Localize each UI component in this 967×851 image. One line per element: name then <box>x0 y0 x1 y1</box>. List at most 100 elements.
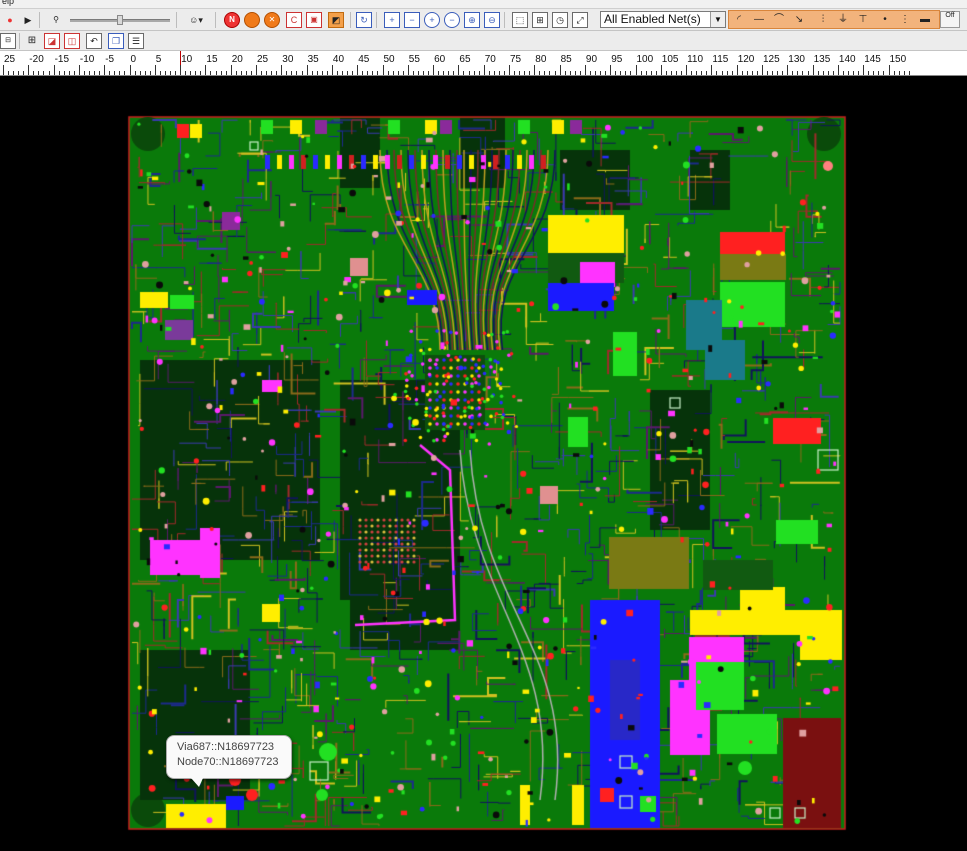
ruler-minor-tick <box>883 71 885 75</box>
ruler-minor-tick <box>412 71 414 75</box>
record-icon[interactable]: ● <box>2 12 18 28</box>
ruler-minor-tick <box>868 71 870 75</box>
menu-bar[interactable]: elp <box>0 0 967 9</box>
dot-icon[interactable]: • <box>877 12 893 28</box>
ruler-minor-tick <box>367 71 369 75</box>
ruler-minor-tick <box>767 71 769 75</box>
pin-icon[interactable]: ⊤ <box>855 12 871 28</box>
ruler-label: 105 <box>661 54 679 65</box>
ruler-minor-tick <box>908 71 910 75</box>
ruler-minor-tick <box>190 71 192 75</box>
ruler-minor-tick <box>43 71 45 75</box>
via-icon[interactable]: ⫶ <box>815 12 831 28</box>
ruler-minor-tick <box>23 71 25 75</box>
zoom-fit-icon[interactable]: ⚲ <box>46 12 66 28</box>
grid-icon[interactable]: ⊞ <box>24 33 40 49</box>
route-line-icon[interactable]: — <box>751 12 767 28</box>
view-options-dropdown[interactable]: ☺▾ <box>183 12 209 28</box>
ruler-minor-tick <box>589 71 591 75</box>
ruler-minor-tick <box>463 71 465 75</box>
ruler-minor-tick <box>716 71 718 75</box>
route-bend-icon[interactable]: ⌒ <box>771 12 787 28</box>
ruler-minor-tick <box>478 71 480 75</box>
ruler-minor-tick <box>301 71 303 75</box>
route-diagonal-icon[interactable]: ↘ <box>791 12 807 28</box>
zoom-out-icon[interactable]: − <box>444 12 460 28</box>
ruler-minor-tick <box>473 71 475 75</box>
zoom-prev-icon[interactable]: ⊖ <box>484 12 500 28</box>
off-button[interactable]: Off <box>940 11 960 28</box>
pan-icon[interactable]: ⤢ <box>572 12 588 28</box>
copy-icon[interactable]: ❐ <box>108 33 124 49</box>
ruler-minor-tick <box>109 71 111 75</box>
mode-icon[interactable]: ⊟ <box>0 33 16 49</box>
zoom-area-icon[interactable]: ⊕ <box>464 12 480 28</box>
ruler-minor-tick <box>640 71 642 75</box>
ruler-minor-tick <box>114 71 116 75</box>
ruler-minor-tick <box>782 71 784 75</box>
ruler-major-tick <box>787 65 789 75</box>
pcb-layout-canvas[interactable] <box>0 76 967 851</box>
menu-help[interactable]: elp <box>2 0 14 6</box>
ruler-minor-tick <box>514 71 516 75</box>
ruler-minor-tick <box>903 71 905 75</box>
fit-board-icon[interactable]: ⬚ <box>512 12 528 28</box>
route-arc-icon[interactable]: ◜ <box>731 12 747 28</box>
clock-icon[interactable]: ◷ <box>552 12 568 28</box>
ruler-major-tick <box>686 65 688 75</box>
mirror-icon[interactable]: ◪ <box>44 33 60 49</box>
ruler-major-tick <box>635 65 637 75</box>
layer-toggle-icon[interactable] <box>244 12 260 28</box>
net-filter-select[interactable]: All Enabled Net(s) ▼ <box>600 11 726 28</box>
flip-icon[interactable]: ◫ <box>64 33 80 49</box>
ruler-minor-tick <box>898 71 900 75</box>
ruler-major-tick <box>331 65 333 75</box>
ruler-minor-tick <box>691 71 693 75</box>
ruler-label: 70 <box>484 54 496 65</box>
zoom-slider-thumb[interactable] <box>117 15 123 25</box>
ground-icon[interactable]: ⏚ <box>835 12 851 28</box>
ruler-label: 90 <box>585 54 598 65</box>
ruler-major-tick <box>205 65 207 75</box>
ruler-major-tick <box>584 65 586 75</box>
ruler-label: 110 <box>687 54 704 65</box>
properties-icon[interactable]: ☰ <box>128 33 144 49</box>
layer-c-icon[interactable]: C <box>286 12 302 28</box>
ruler-minor-tick <box>195 71 197 75</box>
ruler-minor-tick <box>362 71 364 75</box>
zoom-slider[interactable] <box>70 15 170 25</box>
chevron-down-icon[interactable]: ▼ <box>710 12 725 27</box>
ruler-minor-tick <box>726 71 728 75</box>
net-filter-value: All Enabled Net(s) <box>604 12 701 26</box>
zoom-selection-icon[interactable]: ⊞ <box>532 12 548 28</box>
ruler-minor-tick <box>291 71 293 75</box>
tooltip-via-line: Via687::N18697723 <box>177 741 275 753</box>
zoom-in-icon[interactable]: + <box>424 12 440 28</box>
rotate-icon[interactable]: ↶ <box>86 33 102 49</box>
ruler-minor-tick <box>807 71 809 75</box>
ruler-minor-tick <box>493 71 495 75</box>
zoom-out-box-icon[interactable]: − <box>404 12 420 28</box>
refresh-icon[interactable]: ↻ <box>356 12 372 28</box>
zoom-in-box-icon[interactable]: + <box>384 12 400 28</box>
block-icon[interactable]: ▬ <box>917 12 933 28</box>
ruler-minor-tick <box>675 71 677 75</box>
play-icon[interactable]: ▶ <box>20 12 36 28</box>
ruler-minor-tick <box>595 71 597 75</box>
layer-stack-icon[interactable]: ▣ <box>306 12 322 28</box>
bus-icon[interactable]: ⋮ <box>897 12 913 28</box>
ruler-minor-tick <box>488 71 490 75</box>
ruler-minor-tick <box>89 71 91 75</box>
ruler-minor-tick <box>185 71 187 75</box>
ruler-minor-tick <box>13 71 15 75</box>
ruler-minor-tick <box>539 71 541 75</box>
layer-n-icon[interactable]: N <box>224 12 240 28</box>
ruler-major-tick <box>154 65 156 75</box>
ruler-minor-tick <box>893 71 895 75</box>
layer-cross-icon[interactable]: ✕ <box>264 12 280 28</box>
ruler-minor-tick <box>706 71 708 75</box>
layer-select-icon[interactable]: ◩ <box>328 12 344 28</box>
ruler-label: -5 <box>105 54 115 65</box>
ruler-minor-tick <box>615 71 617 75</box>
ruler-label: 120 <box>737 54 755 65</box>
